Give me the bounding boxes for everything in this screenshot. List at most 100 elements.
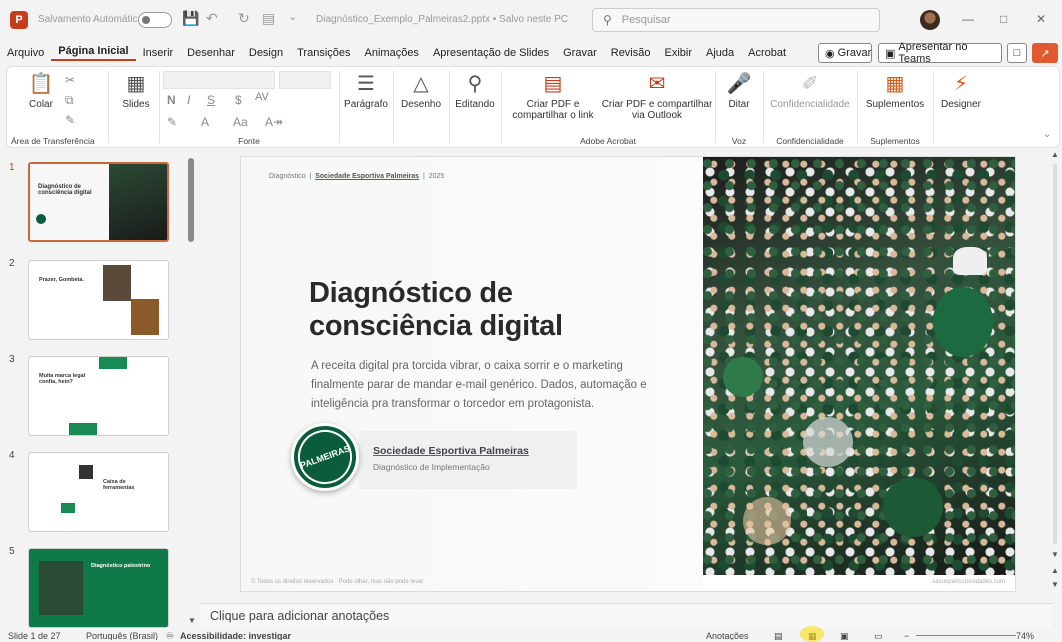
tab-gravar[interactable]: Gravar (556, 47, 604, 59)
divider (501, 71, 502, 143)
user-avatar[interactable] (920, 10, 940, 30)
clear-format-icon[interactable]: A↠ (265, 115, 283, 129)
underline-button[interactable]: S (207, 93, 215, 107)
sensitivity-group: ✐ Confidencialidade Confidencialidade (765, 67, 855, 149)
italic-button[interactable]: I (187, 93, 190, 107)
zoom-out-icon[interactable]: − (904, 631, 909, 640)
save-icon[interactable]: 💾 (182, 10, 199, 27)
tab-pagina-inicial[interactable]: Página Inicial (51, 45, 136, 61)
new-slide-icon: ▦ (126, 73, 146, 95)
tab-acrobat[interactable]: Acrobat (741, 47, 793, 59)
create-pdf-outlook-button[interactable]: ✉ Criar PDF e compartilhar via Outlook (601, 71, 713, 121)
format-painter-icon[interactable]: ✎ (65, 113, 75, 127)
next-slide-icon[interactable]: ▼ (1051, 580, 1059, 589)
sensitivity-button[interactable]: ✐ Confidencialidade (767, 71, 853, 110)
editing-button[interactable]: ⚲ Editando (453, 71, 497, 110)
slides-button[interactable]: ▦ Slides (117, 71, 155, 110)
thumb-title: Diagnóstico palestrino (91, 563, 151, 569)
accessibility-status[interactable]: Acessibilidade: investigar (180, 631, 291, 640)
normal-view-icon[interactable]: ▤ (774, 631, 783, 640)
copy-icon[interactable]: ⧉ (65, 93, 74, 108)
create-pdf-button[interactable]: ▤ Criar PDF e compartilhar o link (507, 71, 599, 121)
font-size-dropdown[interactable] (279, 71, 331, 89)
spacing-button[interactable]: AV (255, 91, 269, 103)
search-icon: ⚲ (603, 13, 612, 27)
language[interactable]: Português (Brasil) (86, 631, 158, 640)
reading-view-icon[interactable]: ▣ (840, 631, 849, 640)
autosave-toggle[interactable] (138, 12, 172, 28)
zoom-slider[interactable] (916, 635, 1016, 636)
document-title[interactable]: Diagnóstico_Exemplo_Palmeiras2.pptx • Sa… (316, 14, 568, 25)
search-box[interactable]: ⚲ Pesquisar (592, 8, 880, 32)
minimize-icon[interactable]: — (962, 12, 974, 26)
addins-icon: ▦ (885, 73, 905, 95)
highlight-icon[interactable]: ✎ (167, 115, 177, 129)
slide-title[interactable]: Diagnóstico de consciência digital (309, 277, 669, 343)
strikethrough-button[interactable]: $ (235, 93, 242, 107)
slideshow-icon[interactable]: ▭ (874, 631, 883, 640)
slide-thumbnail-2[interactable]: Prazer, Gombeta. (28, 260, 169, 340)
tab-animacoes[interactable]: Animações (358, 47, 426, 59)
tab-transicoes[interactable]: Transições (290, 47, 357, 59)
addins-label: Suplementos (865, 99, 925, 110)
font-color-icon[interactable]: A (201, 115, 209, 129)
paragraph-button[interactable]: ☰ Parágrafo (343, 71, 389, 110)
zoom-level[interactable]: 74% (1016, 631, 1034, 640)
crumb-c: 2025 (428, 173, 445, 180)
bold-button[interactable]: N (167, 93, 176, 107)
maximize-icon[interactable]: □ (1000, 12, 1007, 26)
paragraph-label: Parágrafo (344, 99, 388, 110)
cut-icon[interactable]: ✂ (65, 73, 75, 87)
tab-inserir[interactable]: Inserir (136, 47, 181, 59)
record-button[interactable]: ◉ Gravar (818, 43, 872, 63)
tab-apresentacao[interactable]: Apresentação de Slides (426, 47, 556, 59)
customize-qat-icon[interactable]: ⌄ (288, 10, 297, 23)
slide-thumbnail-3[interactable]: Muita marca legal confia, hein? (28, 356, 169, 436)
change-case-icon[interactable]: Aa (233, 115, 248, 129)
tab-revisao[interactable]: Revisão (604, 47, 658, 59)
club-subtitle[interactable]: Diagnóstico de Implementação (373, 462, 490, 472)
comments-button[interactable]: □ (1007, 43, 1027, 63)
notes-pane[interactable]: Clique para adicionar anotações (200, 603, 1052, 629)
prev-slide-icon[interactable]: ▲ (1051, 566, 1059, 575)
club-name[interactable]: Sociedade Esportiva Palmeiras (373, 445, 529, 457)
undo-icon[interactable]: ↶ (206, 10, 218, 27)
redo-icon[interactable]: ↻ (238, 10, 250, 27)
addins-button[interactable]: ▦ Suplementos (861, 71, 929, 110)
divider (449, 71, 450, 143)
notes-toggle[interactable]: Anotações (706, 631, 749, 640)
pdf-link-icon: ▤ (543, 73, 563, 95)
scroll-down-icon[interactable]: ▼ (1051, 550, 1059, 559)
tab-exibir[interactable]: Exibir (658, 47, 700, 59)
slide-scrollbar[interactable]: ▲ ▼ ▲ ▼ (1050, 150, 1060, 600)
paste-button[interactable]: 📋 Colar (25, 71, 57, 110)
slide-thumbnail-4[interactable]: Caixa de ferramentas (28, 452, 169, 532)
tab-arquivo[interactable]: Arquivo (0, 47, 51, 59)
font-family-dropdown[interactable] (163, 71, 275, 89)
collapse-ribbon-icon[interactable]: ⌄ (1043, 129, 1051, 140)
designer-button[interactable]: ⚡ Designer (937, 71, 985, 110)
present-in-teams-button[interactable]: ▣ Apresentar no Teams (878, 41, 1002, 65)
pdf-outlook-icon: ✉ (648, 73, 666, 95)
crowd-photo[interactable] (703, 157, 1015, 575)
title-bar: P Salvamento Automático 💾 ↶ ↻ ▤ ⌄ Diagnó… (0, 0, 1062, 42)
dictate-button[interactable]: 🎤 Ditar (719, 71, 759, 110)
thumb-number: 5 (9, 546, 15, 557)
drawing-button[interactable]: △ Desenho (397, 71, 445, 110)
thumbs-scroll-down-icon[interactable]: ▼ (188, 616, 196, 625)
tab-design[interactable]: Design (242, 47, 290, 59)
close-icon[interactable]: ✕ (1036, 12, 1046, 26)
slide-subtitle[interactable]: A receita digital pra torcida vibrar, o … (311, 357, 671, 414)
font-group-label: Fonte (238, 136, 260, 146)
slide-thumbnail-5[interactable]: Diagnóstico palestrino (28, 548, 169, 628)
comment-icon: □ (1013, 47, 1021, 59)
share-button[interactable]: ↗ (1032, 43, 1058, 63)
thumb-number: 3 (9, 354, 15, 365)
present-from-start-icon[interactable]: ▤ (262, 10, 275, 27)
tab-ajuda[interactable]: Ajuda (699, 47, 741, 59)
thumbs-scrollbar[interactable] (188, 158, 194, 242)
slide-canvas[interactable]: Diagnóstico | Sociedade Esportiva Palmei… (240, 156, 1016, 592)
slide-thumbnail-1[interactable]: Diagnóstico de consciência digital (28, 162, 169, 242)
tab-desenhar[interactable]: Desenhar (180, 47, 242, 59)
scroll-up-icon[interactable]: ▲ (1051, 150, 1059, 159)
